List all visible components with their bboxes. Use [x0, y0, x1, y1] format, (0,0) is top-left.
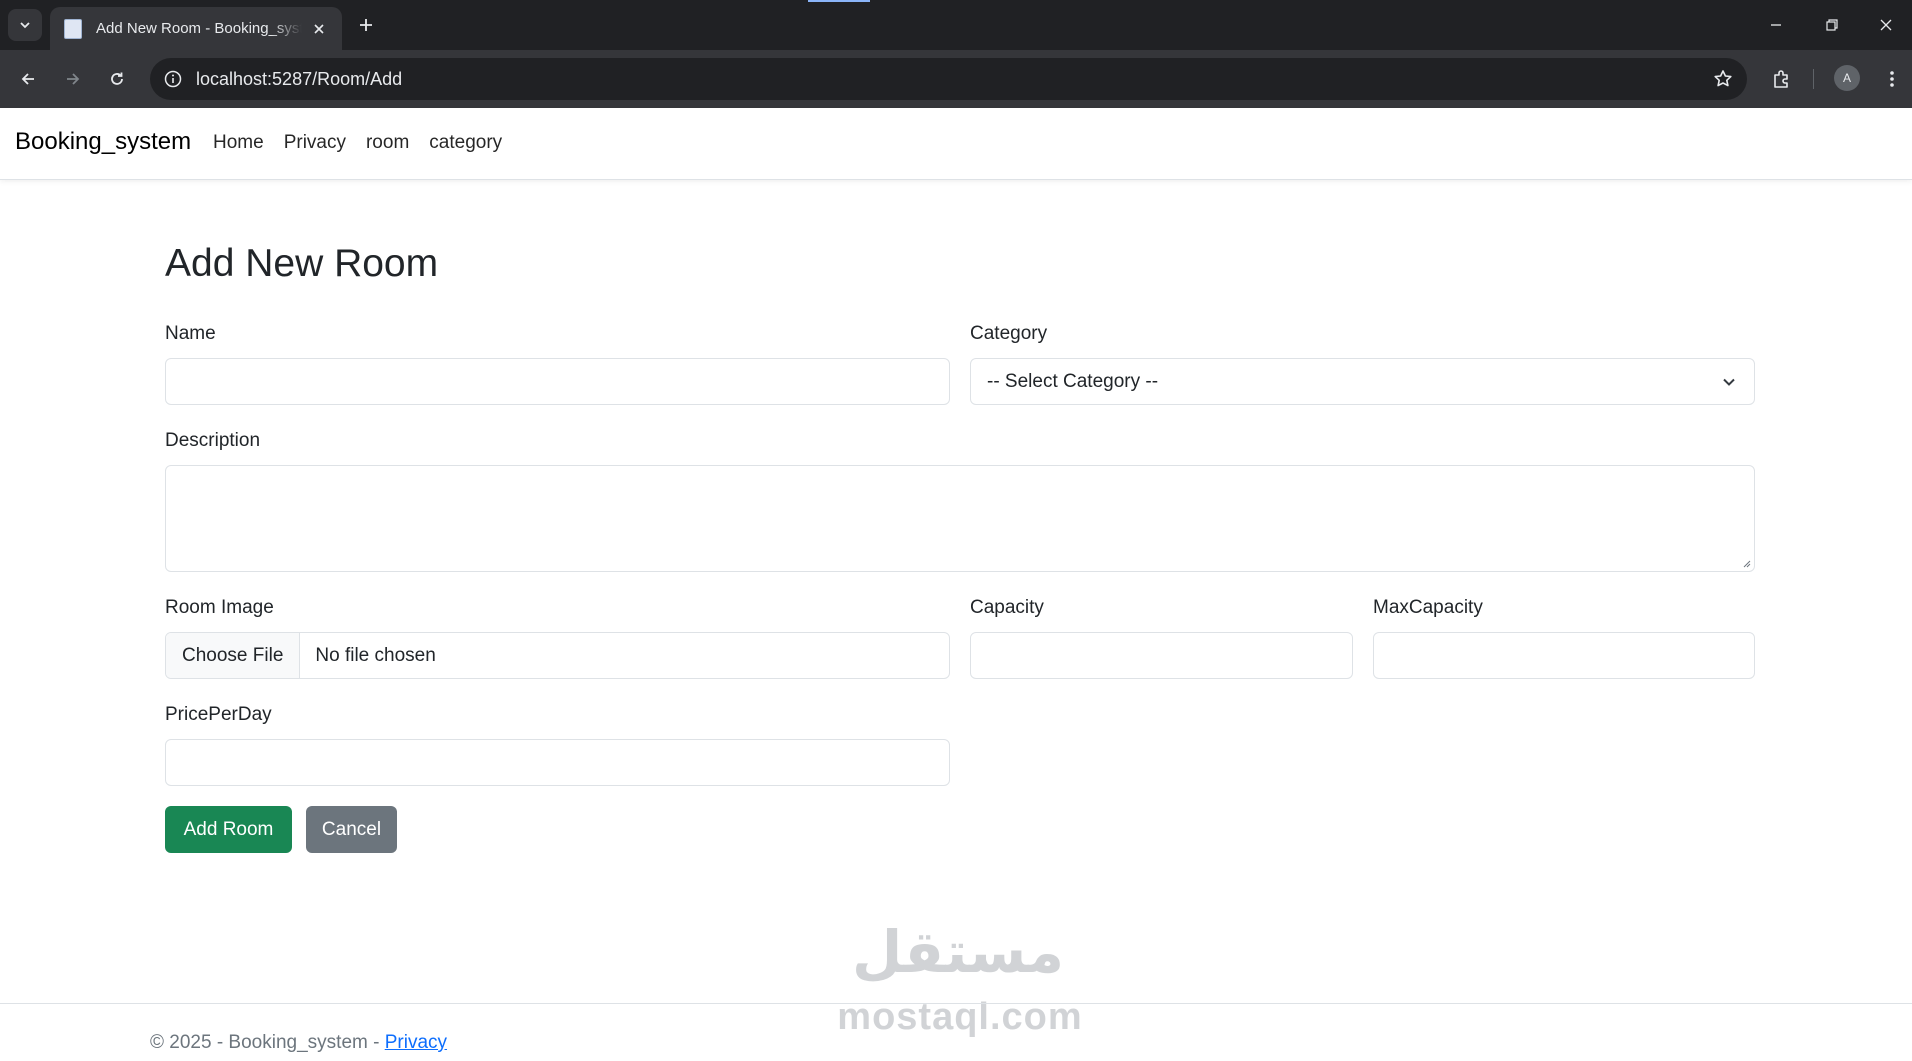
- category-label: Category: [970, 323, 1048, 344]
- capacity-input[interactable]: [970, 632, 1353, 679]
- minimize-button[interactable]: [1748, 0, 1804, 50]
- url-text: localhost:5287/Room/Add: [196, 68, 403, 89]
- price-per-day-input[interactable]: [165, 739, 950, 786]
- page-title: Add New Room: [165, 242, 439, 285]
- extensions-button[interactable]: [1765, 63, 1797, 95]
- name-label: Name: [165, 323, 216, 344]
- price-per-day-label: PricePerDay: [165, 704, 272, 725]
- brand-link[interactable]: Booking_system: [15, 128, 191, 156]
- description-label: Description: [165, 430, 261, 451]
- watermark-arabic-text: مستقل: [851, 918, 1065, 986]
- capacity-label: Capacity: [970, 597, 1044, 618]
- more-vert-icon: [1890, 71, 1894, 87]
- close-window-button[interactable]: [1860, 0, 1912, 50]
- reload-button[interactable]: [101, 63, 133, 95]
- tab-title: Add New Room - Booking_system: [96, 20, 302, 37]
- forward-button[interactable]: [57, 63, 89, 95]
- browser-tab-active[interactable]: Add New Room - Booking_system: [50, 7, 342, 50]
- browser-menu-button[interactable]: [1876, 63, 1908, 95]
- cancel-button[interactable]: Cancel: [306, 806, 397, 853]
- arrow-right-icon: [67, 73, 80, 85]
- name-input[interactable]: [165, 358, 950, 405]
- choose-file-button[interactable]: Choose File: [166, 633, 301, 678]
- resize-handle-icon[interactable]: [1741, 558, 1751, 568]
- back-button[interactable]: [12, 63, 44, 95]
- chevron-down-icon: [20, 22, 30, 29]
- chevron-down-icon: [1723, 378, 1735, 386]
- file-status-text: No file chosen: [315, 644, 436, 666]
- close-icon: [1880, 19, 1892, 31]
- tab-search-button[interactable]: [8, 9, 42, 41]
- new-tab-button[interactable]: [352, 11, 380, 39]
- footer-text: © 2025 - Booking_system - Privacy: [150, 1032, 447, 1054]
- restore-button[interactable]: [1804, 0, 1860, 50]
- max-capacity-input[interactable]: [1373, 632, 1755, 679]
- toolbar-separator: [1813, 69, 1814, 89]
- site-footer: © 2025 - Booking_system - Privacy: [0, 1003, 1912, 1061]
- nav-category[interactable]: category: [429, 132, 502, 154]
- plus-icon: [360, 19, 372, 31]
- category-select[interactable]: -- Select Category --: [970, 358, 1755, 405]
- nav-privacy[interactable]: Privacy: [284, 132, 346, 154]
- minimize-icon: [1771, 24, 1781, 26]
- footer-privacy-link[interactable]: Privacy: [385, 1032, 447, 1053]
- reload-icon: [111, 72, 123, 85]
- max-capacity-label: MaxCapacity: [1373, 597, 1483, 618]
- nav-home[interactable]: Home: [213, 132, 264, 154]
- nav-links: Home Privacy room category: [213, 132, 522, 154]
- browser-tabstrip: Add New Room - Booking_system: [0, 0, 1912, 50]
- room-image-label: Room Image: [165, 597, 274, 618]
- close-icon: [314, 23, 324, 34]
- tab-close-button[interactable]: [308, 18, 330, 40]
- arrow-left-icon: [21, 73, 34, 85]
- restore-icon: [1826, 19, 1838, 31]
- footer-copyright: © 2025 - Booking_system -: [150, 1032, 385, 1053]
- category-selected-value: -- Select Category --: [987, 370, 1159, 392]
- description-textarea[interactable]: [165, 465, 1755, 572]
- nav-room[interactable]: room: [366, 132, 409, 154]
- site-info-icon[interactable]: [162, 68, 184, 90]
- bookmark-star-icon[interactable]: [1711, 67, 1735, 91]
- window-drag-indicator: [808, 0, 870, 2]
- page-favicon-icon: [64, 18, 82, 39]
- site-navbar: Booking_system Home Privacy room categor…: [0, 108, 1912, 180]
- puzzle-icon: [1774, 70, 1788, 88]
- profile-avatar[interactable]: A: [1834, 65, 1860, 91]
- browser-toolbar: localhost:5287/Room/Add A: [0, 50, 1912, 108]
- room-image-file-input[interactable]: Choose File No file chosen: [165, 632, 950, 679]
- address-bar[interactable]: localhost:5287/Room/Add: [150, 58, 1747, 100]
- add-room-button[interactable]: Add Room: [165, 806, 292, 853]
